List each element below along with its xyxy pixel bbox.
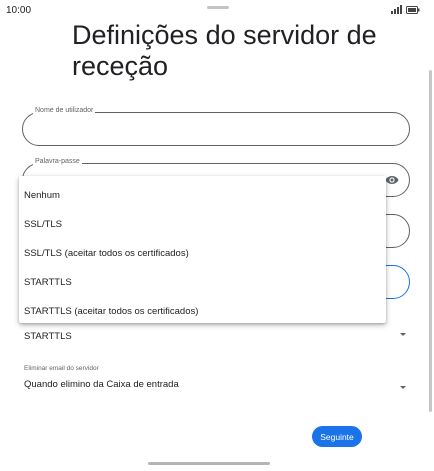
signal-icon	[391, 5, 402, 14]
delete-email-select[interactable]: Eliminar email do servidor Quando elimin…	[24, 365, 406, 390]
menu-option-none[interactable]: Nenhum	[19, 181, 386, 210]
security-type-menu: Nenhum SSL/TLS SSL/TLS (aceitar todos os…	[19, 176, 386, 323]
camera-notch	[207, 6, 229, 9]
chevron-down-icon	[400, 333, 406, 336]
username-label: Nome de utilizador	[33, 107, 96, 114]
next-button[interactable]: Seguinte	[312, 426, 362, 447]
menu-option-starttls-accept-all[interactable]: STARTTLS (aceitar todos os certificados)	[19, 297, 386, 326]
scrollbar[interactable]	[429, 70, 432, 412]
status-icons	[391, 5, 420, 14]
security-type-value: STARTTLS	[24, 331, 72, 342]
password-label: Palavra-passe	[33, 158, 82, 165]
home-indicator[interactable]	[148, 462, 270, 465]
delete-email-label: Eliminar email do servidor	[24, 365, 99, 372]
menu-option-ssl-tls[interactable]: SSL/TLS	[19, 210, 386, 239]
show-password-eye-icon[interactable]	[385, 174, 399, 186]
username-field[interactable]: Nome de utilizador	[22, 107, 410, 146]
page-title: Definições do servidor de receção	[72, 20, 377, 81]
status-time: 10:00	[6, 5, 32, 16]
security-type-select[interactable]: STARTTLS	[24, 331, 406, 342]
status-bar: 10:00	[0, 0, 434, 20]
menu-option-ssl-tls-accept-all[interactable]: SSL/TLS (aceitar todos os certificados)	[19, 239, 386, 268]
delete-email-value: Quando elimino da Caixa de entrada	[24, 379, 179, 390]
chevron-down-icon	[400, 386, 406, 389]
menu-option-starttls[interactable]: STARTTLS	[19, 268, 386, 297]
battery-icon	[406, 5, 420, 14]
